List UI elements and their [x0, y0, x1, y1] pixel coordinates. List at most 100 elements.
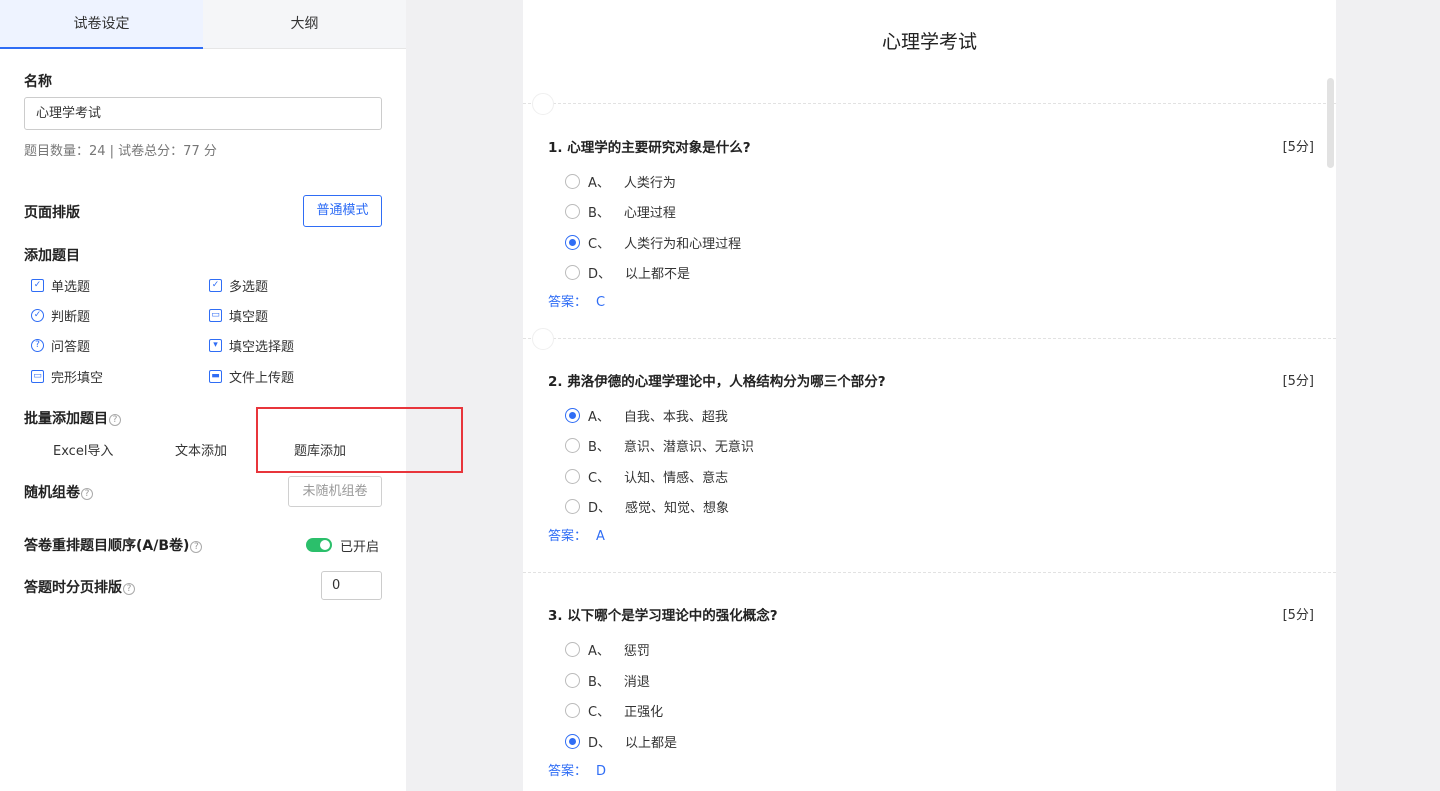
random-label: 随机组卷	[24, 485, 80, 501]
question-title: 3. 以下哪个是学习理论中的强化概念?	[548, 608, 778, 624]
qtype-label: 单选题	[51, 279, 91, 295]
option-text: 以上都不是	[625, 266, 691, 282]
cloze-icon: ▭	[31, 369, 44, 383]
option-letter: C、	[588, 470, 611, 486]
help-icon[interactable]: ?	[123, 583, 135, 595]
option-letter: C、	[588, 704, 611, 720]
text-add-button[interactable]: 文本添加	[175, 440, 227, 459]
answer-value: D	[596, 764, 607, 779]
answer-label: 答案：	[548, 529, 588, 544]
batch-add-label: 批量添加题目	[24, 411, 108, 427]
radio-selected-icon	[565, 733, 580, 749]
option-radio[interactable]: B、 心理过程	[565, 200, 676, 222]
qtype-label: 填空题	[229, 309, 269, 325]
layout-mode-button[interactable]: 普通模式	[303, 195, 382, 227]
radio-selected-icon	[565, 407, 580, 423]
question-score: [5分]	[1282, 608, 1314, 623]
paging-label: 答题时分页排版	[24, 580, 122, 596]
option-letter: A、	[588, 175, 610, 191]
option-letter: A、	[588, 643, 610, 659]
add-file-upload[interactable]: ▬ 文件上传题	[209, 365, 294, 387]
reorder-heading: 答卷重排题目顺序(A/B卷)?	[24, 535, 203, 555]
reorder-label: 答卷重排题目顺序(A/B卷)	[24, 538, 190, 554]
check-circle-icon: ✓	[31, 308, 44, 322]
paper-preview: 心理学考试 1. 心理学的主要研究对象是什么? [5分] A、 人类行为 B、 心理…	[523, 0, 1336, 791]
batch-add-heading: 批量添加题目?	[24, 408, 121, 428]
reorder-toggle[interactable]	[306, 538, 332, 552]
toggle-knob	[320, 540, 330, 550]
option-letter: B、	[588, 674, 610, 690]
add-fill-select[interactable]: ▾ 填空选择题	[209, 334, 294, 356]
name-label: 名称	[24, 74, 52, 90]
layout-label: 页面排版	[24, 205, 80, 221]
random-paper-button[interactable]: 未随机组卷	[288, 476, 382, 507]
random-heading: 随机组卷?	[24, 482, 93, 502]
answer-label: 答案：	[548, 764, 588, 779]
tab-exam-settings[interactable]: 试卷设定	[0, 0, 203, 49]
answer-line: 答案： D	[548, 760, 606, 779]
question-divider	[523, 572, 1336, 573]
option-letter: D、	[588, 500, 612, 516]
option-radio[interactable]: A、 自我、本我、超我	[565, 404, 728, 426]
option-letter: B、	[588, 439, 610, 455]
option-text: 意识、潜意识、无意识	[623, 439, 754, 455]
option-radio[interactable]: B、 意识、潜意识、无意识	[565, 434, 754, 456]
qtype-label: 文件上传题	[229, 370, 295, 386]
question-divider	[523, 93, 1336, 115]
option-text: 感觉、知觉、想象	[625, 500, 730, 516]
excel-import-button[interactable]: Excel导入	[53, 440, 113, 459]
paging-count-input[interactable]: 0	[321, 571, 382, 600]
option-radio[interactable]: B、 消退	[565, 669, 650, 691]
add-question-label: 添加题目	[24, 248, 80, 264]
question-title: 1. 心理学的主要研究对象是什么?	[548, 140, 751, 156]
tab-outline[interactable]: 大纲	[203, 0, 406, 49]
drag-handle[interactable]	[532, 93, 554, 115]
radio-icon	[565, 702, 580, 718]
help-icon[interactable]: ?	[190, 541, 203, 553]
option-letter: D、	[588, 735, 612, 751]
option-radio[interactable]: D、 感觉、知觉、想象	[565, 495, 729, 517]
radio-icon	[565, 641, 580, 657]
sidebar-tabs: 试卷设定 大纲	[0, 0, 406, 49]
folder-icon: ▬	[209, 369, 222, 383]
paper-scrollbar[interactable]	[1327, 78, 1334, 168]
settings-sidebar: 试卷设定 大纲 名称 心理学考试 题目数量：24 | 试卷总分：77 分 页面排…	[0, 0, 406, 791]
option-radio[interactable]: A、 人类行为	[565, 170, 676, 192]
option-radio[interactable]: A、 惩罚	[565, 638, 650, 660]
option-radio[interactable]: C、 正强化	[565, 699, 663, 721]
add-essay[interactable]: ? 问答题	[31, 334, 90, 356]
option-radio[interactable]: D、 以上都是	[565, 730, 677, 752]
option-text: 认知、情感、意志	[624, 470, 729, 486]
exam-name-input[interactable]: 心理学考试	[24, 97, 382, 130]
add-single-choice[interactable]: ✓ 单选题	[31, 274, 90, 296]
option-text: 惩罚	[623, 643, 650, 659]
radio-selected-icon	[565, 234, 580, 250]
option-radio[interactable]: C、 人类行为和心理过程	[565, 231, 741, 253]
add-cloze[interactable]: ▭ 完形填空	[31, 365, 103, 387]
reorder-status: 已开启	[340, 540, 380, 555]
answer-value: A	[596, 529, 605, 544]
answer-label: 答案：	[548, 295, 588, 310]
exam-summary: 题目数量：24 | 试卷总分：77 分	[24, 144, 217, 159]
radio-icon	[565, 498, 580, 514]
question-title: 2. 弗洛伊德的心理学理论中，人格结构分为哪三个部分?	[548, 374, 886, 390]
radio-icon	[565, 437, 580, 453]
help-icon[interactable]: ?	[81, 488, 93, 500]
option-letter: A、	[588, 409, 610, 425]
option-radio[interactable]: D、 以上都不是	[565, 261, 690, 283]
add-fill-blank[interactable]: ▭ 填空题	[209, 304, 268, 326]
option-text: 以上都是	[625, 735, 678, 751]
option-radio[interactable]: C、 认知、情感、意志	[565, 465, 728, 487]
question-score: [5分]	[1282, 140, 1314, 155]
highlight-box	[256, 407, 463, 473]
option-letter: D、	[588, 266, 612, 282]
add-true-false[interactable]: ✓ 判断题	[31, 304, 90, 326]
add-multiple-choice[interactable]: ✓ 多选题	[209, 274, 268, 296]
paper-title: 心理学考试	[881, 31, 977, 53]
answer-value: C	[596, 295, 606, 310]
checkbox-icon: ✓	[31, 278, 44, 292]
help-icon[interactable]: ?	[109, 414, 121, 426]
qtype-label: 完形填空	[51, 370, 104, 386]
drag-handle[interactable]	[532, 328, 554, 350]
radio-icon	[565, 173, 580, 189]
